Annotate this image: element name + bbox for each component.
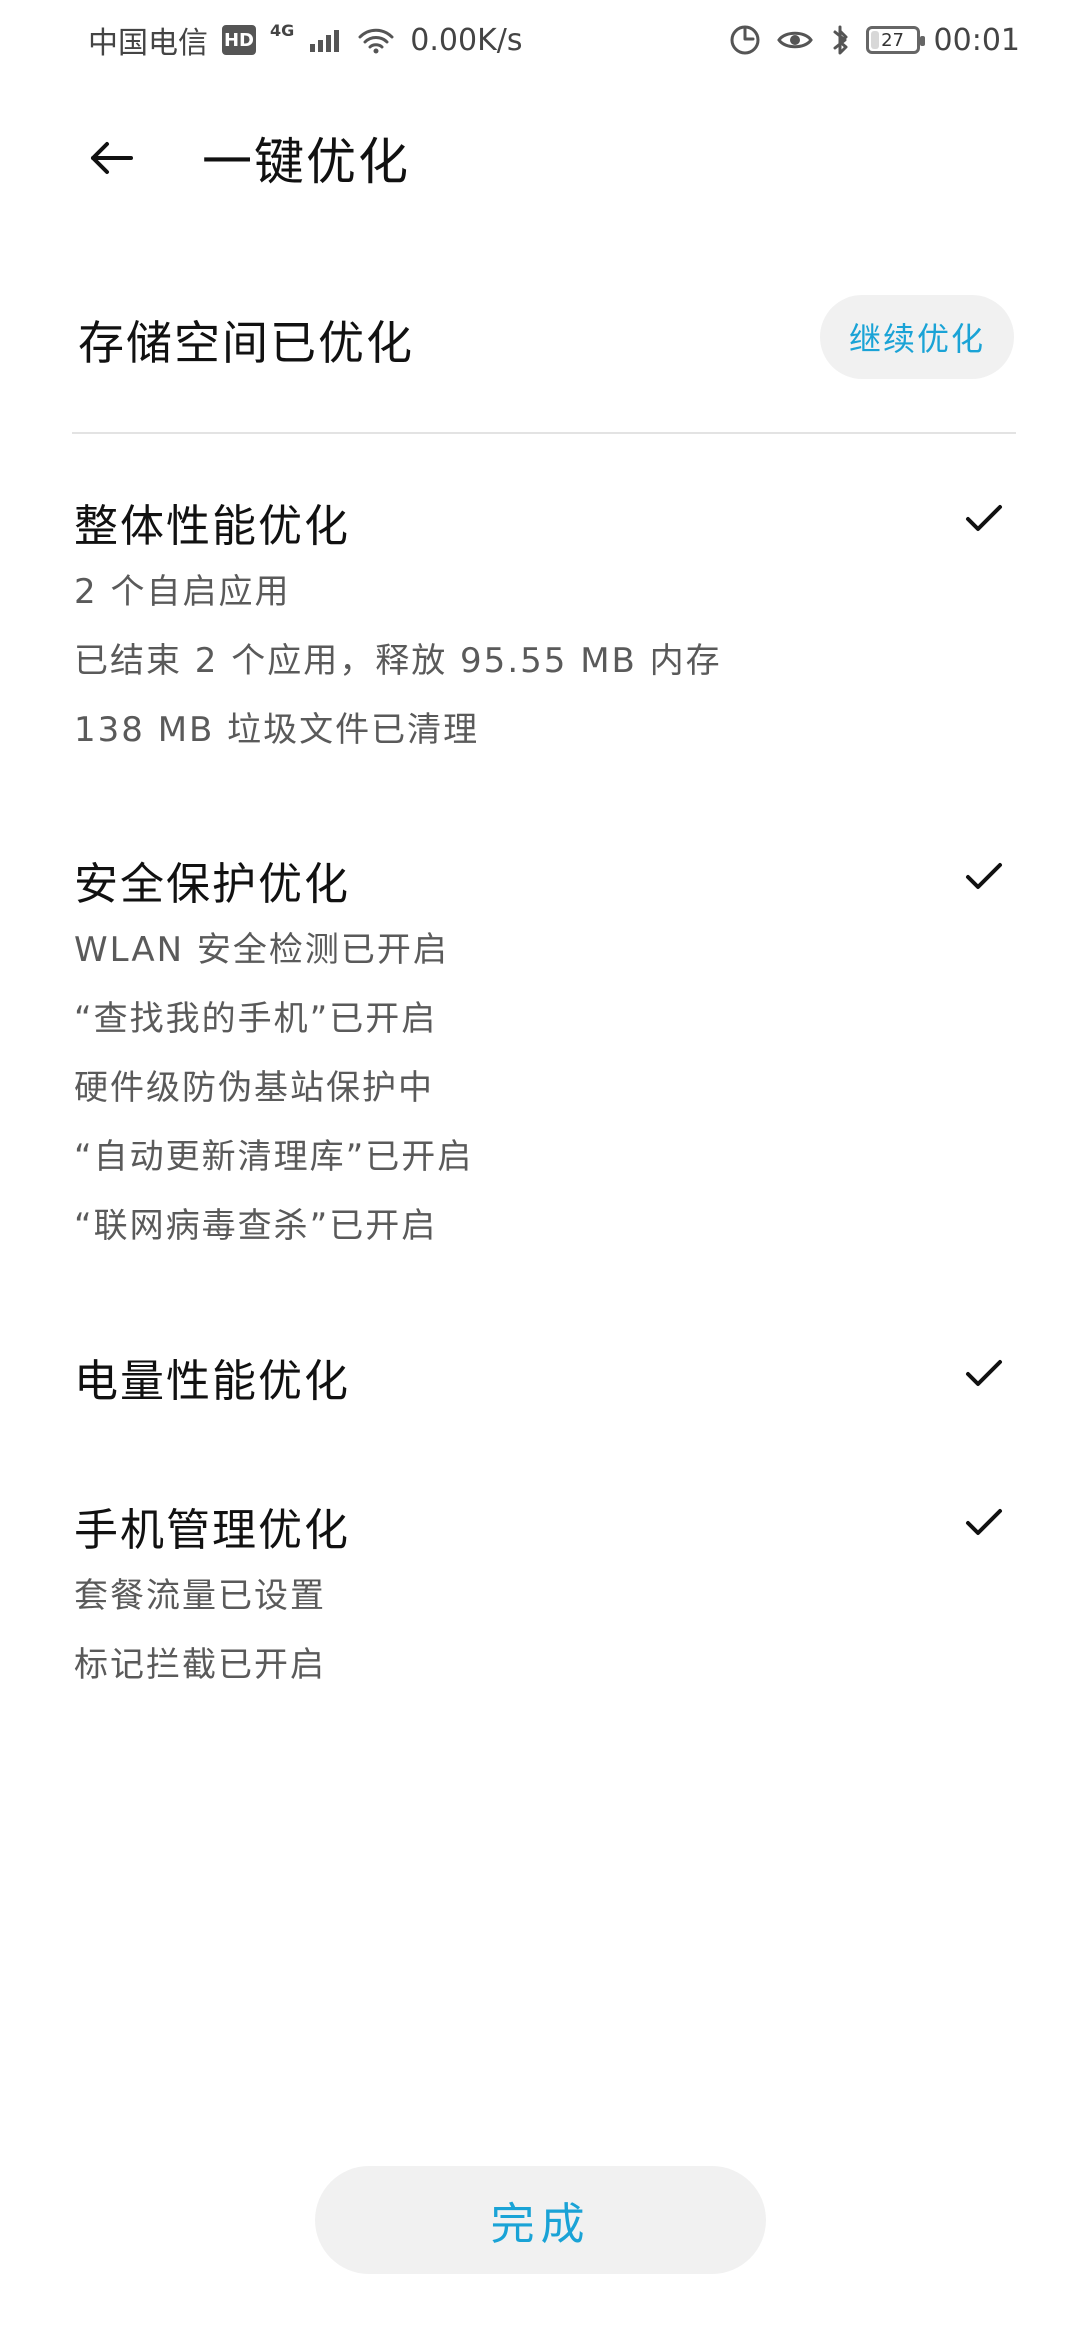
eye-comfort-icon xyxy=(776,25,814,55)
group-title: 手机管理优化 xyxy=(74,1505,350,1556)
group-details: 套餐流量已设置 标记拦截已开启 xyxy=(74,1568,326,1686)
detail-line: 硬件级防伪基站保护中 xyxy=(74,1068,434,1108)
battery-icon: 27 xyxy=(865,26,925,54)
detail-line: 138 MB 垃圾文件已清理 xyxy=(74,710,480,750)
data-saver-icon xyxy=(728,23,762,57)
detail-line: “联网病毒查杀”已开启 xyxy=(74,1206,438,1246)
app-bar: 一键优化 xyxy=(0,112,1080,202)
detail-line: 套餐流量已设置 xyxy=(74,1576,326,1616)
storage-status-title: 存储空间已优化 xyxy=(78,316,414,370)
bluetooth-icon xyxy=(828,23,852,57)
check-icon xyxy=(960,852,1008,900)
status-right: 27 00:01 xyxy=(728,23,1020,58)
status-left: 中国电信 HD 4G 0.00K/s xyxy=(88,18,522,62)
check-icon xyxy=(960,1498,1008,1546)
battery-percentage: 27 xyxy=(881,29,904,51)
back-button[interactable] xyxy=(70,118,150,198)
detail-line: WLAN 安全检测已开启 xyxy=(74,930,449,970)
clock-time: 00:01 xyxy=(933,22,1020,58)
status-bar: 中国电信 HD 4G 0.00K/s 27 00:01 xyxy=(0,0,1080,80)
continue-optimize-button[interactable]: 继续优化 xyxy=(820,295,1014,379)
check-icon xyxy=(960,494,1008,542)
group-title: 电量性能优化 xyxy=(74,1356,350,1407)
signal-icon xyxy=(308,26,342,54)
back-arrow-icon xyxy=(91,142,133,174)
battery-level xyxy=(870,31,880,49)
group-details: WLAN 安全检测已开启 “查找我的手机”已开启 硬件级防伪基站保护中 “自动更… xyxy=(74,922,473,1247)
storage-section: 存储空间已优化 继续优化 xyxy=(0,285,1080,395)
detail-line: 已结束 2 个应用，释放 95.55 MB 内存 xyxy=(74,641,722,681)
section-divider xyxy=(72,432,1016,434)
detail-line: 标记拦截已开启 xyxy=(74,1645,326,1685)
check-icon xyxy=(960,1349,1008,1397)
group-details: 2 个自启应用 已结束 2 个应用，释放 95.55 MB 内存 138 MB … xyxy=(74,564,722,751)
network-type: 4G xyxy=(270,20,295,40)
detail-line: “查找我的手机”已开启 xyxy=(74,999,438,1039)
page-title: 一键优化 xyxy=(202,133,410,191)
carrier-text: 中国电信 xyxy=(88,26,208,61)
detail-line: 2 个自启应用 xyxy=(74,572,291,612)
done-button[interactable]: 完成 xyxy=(315,2166,766,2274)
group-title: 安全保护优化 xyxy=(74,859,350,910)
detail-line: “自动更新清理库”已开启 xyxy=(74,1137,474,1177)
group-title: 整体性能优化 xyxy=(74,501,350,552)
wifi-icon xyxy=(356,25,396,55)
network-speed: 0.00K/s xyxy=(410,22,523,58)
hd-icon: HD xyxy=(222,25,256,55)
